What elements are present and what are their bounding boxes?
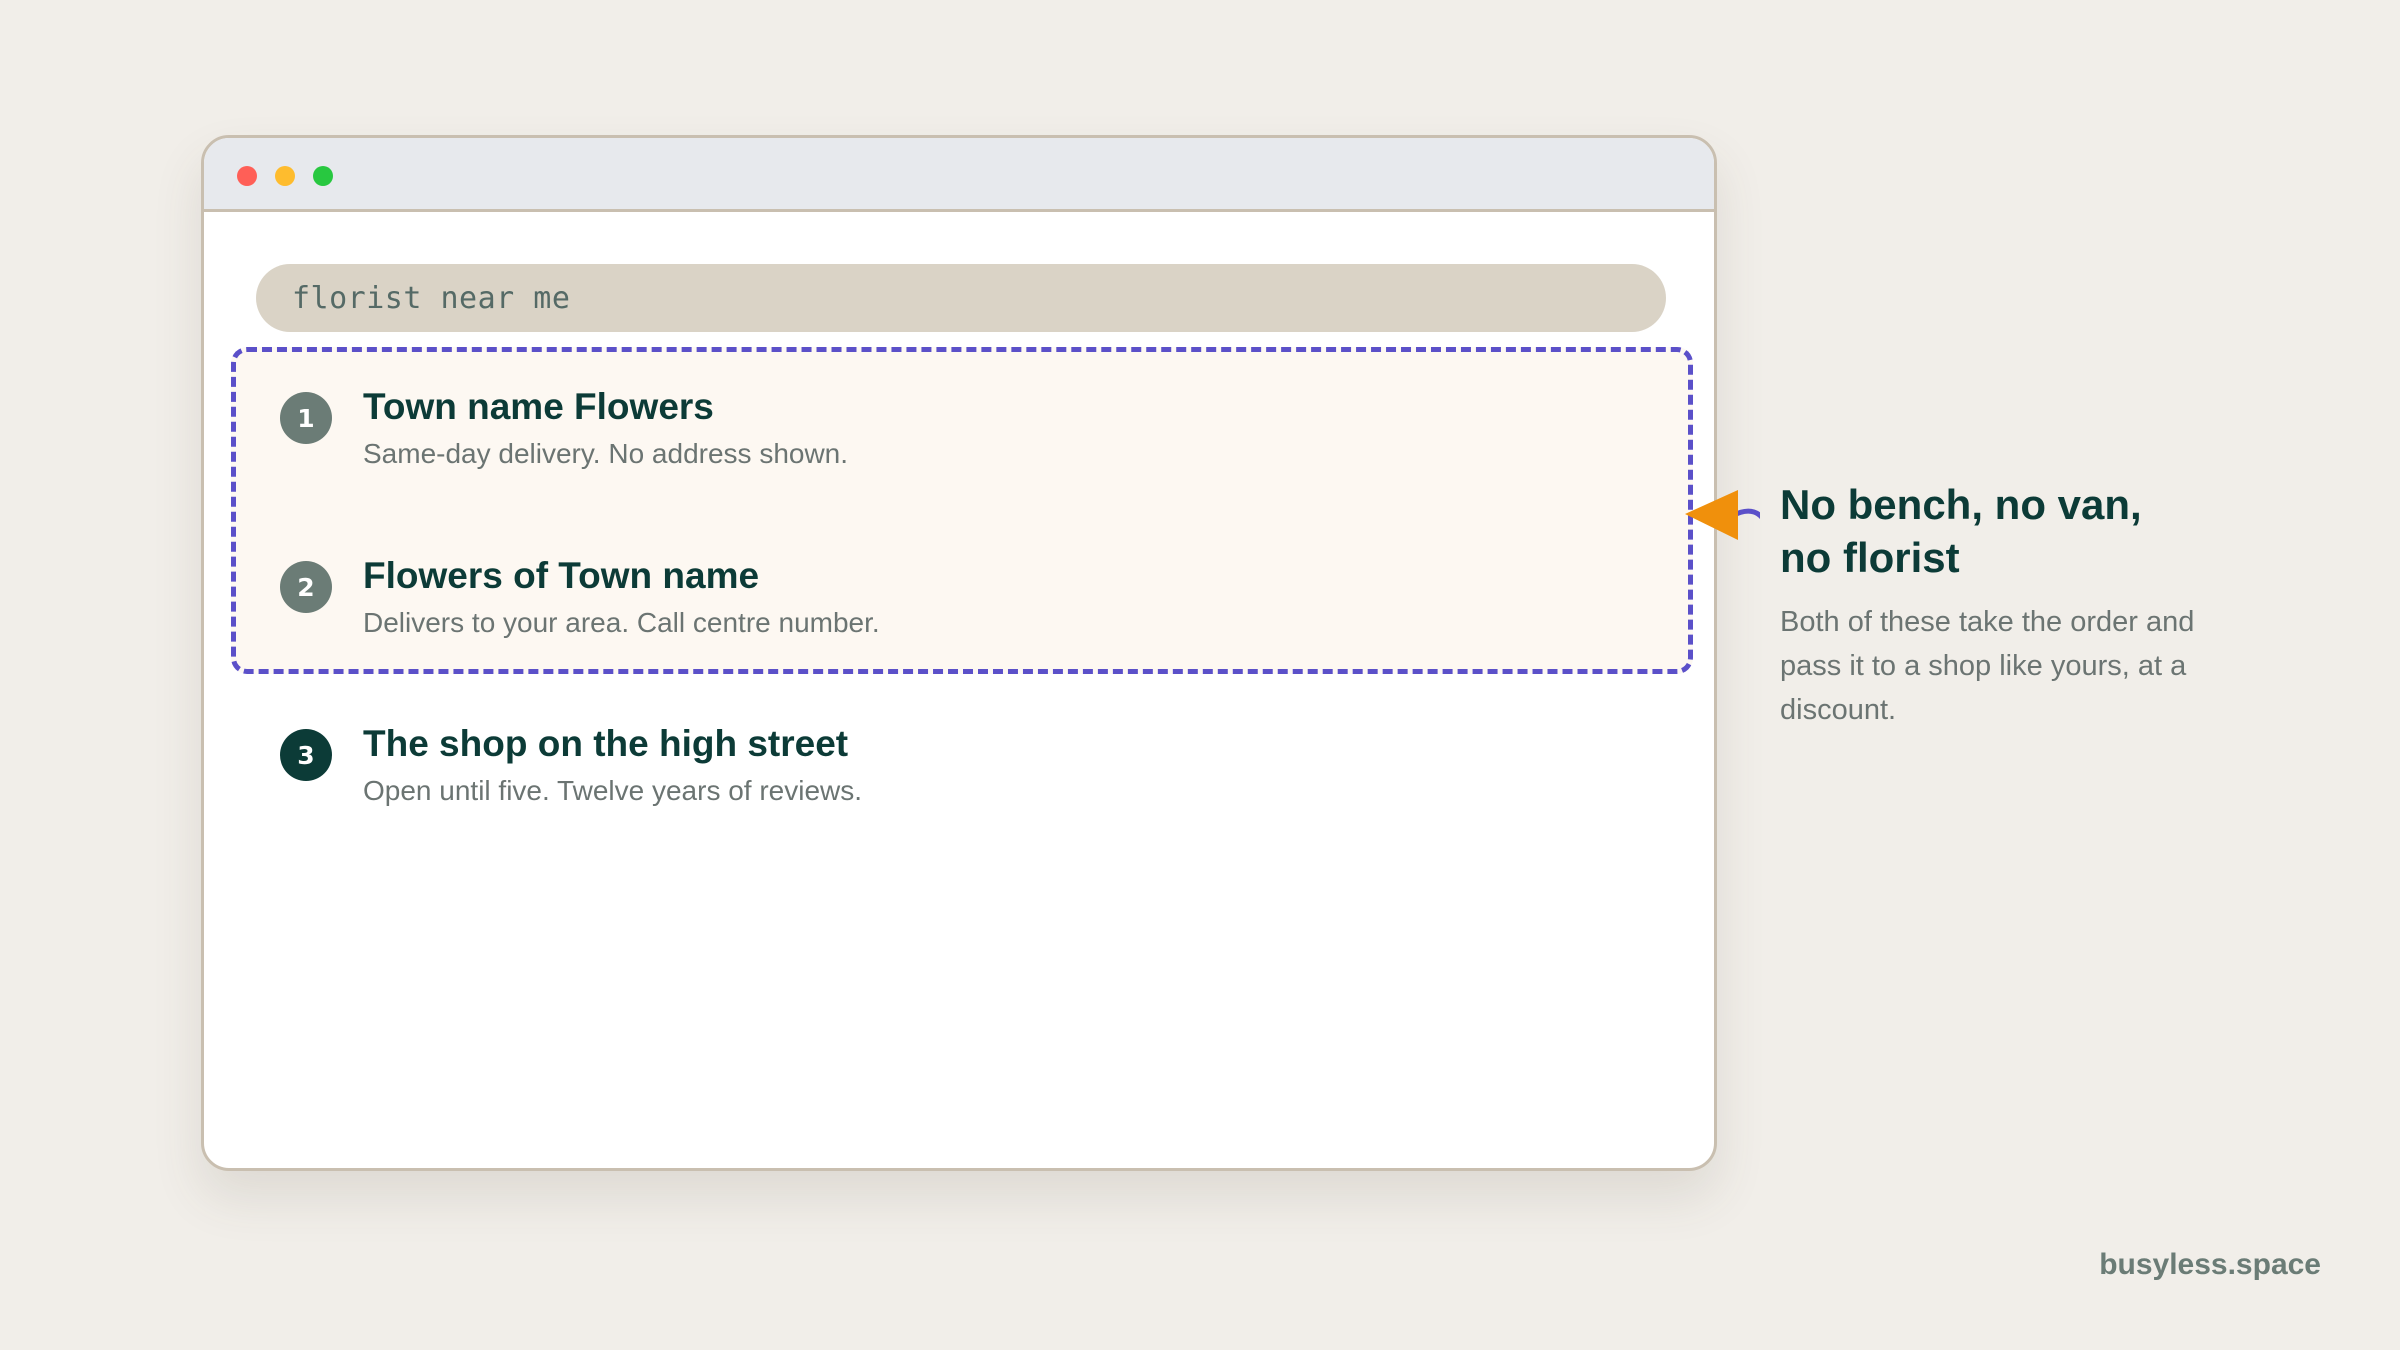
browser-window: florist near me 1 Town name Flowers Same… xyxy=(201,135,1717,1171)
annotation-arrow-icon xyxy=(1685,490,1760,540)
site-watermark: busyless.space xyxy=(2099,1248,2321,1281)
search-query[interactable]: florist near me xyxy=(292,281,570,316)
maximize-window-button[interactable] xyxy=(313,166,333,186)
close-window-button[interactable] xyxy=(237,166,257,186)
result-title[interactable]: Town name Flowers xyxy=(363,386,714,428)
result-description: Same-day delivery. No address shown. xyxy=(363,438,849,469)
result-rank-badge: 1 xyxy=(280,392,332,444)
result-rank-badge: 3 xyxy=(280,729,332,781)
result-rank-badge: 2 xyxy=(280,561,332,613)
title-bar xyxy=(204,138,1714,212)
result-title[interactable]: The shop on the high street xyxy=(363,723,848,765)
result-description: Open until five. Twelve years of reviews… xyxy=(363,775,863,806)
minimize-window-button[interactable] xyxy=(275,166,295,186)
result-title[interactable]: Flowers of Town name xyxy=(363,555,759,597)
search-bar[interactable]: florist near me xyxy=(256,264,1666,332)
annotation-body: Both of these take the order and pass it… xyxy=(1780,606,2195,726)
result-description: Delivers to your area. Call centre numbe… xyxy=(363,607,880,638)
annotation-heading: No bench, no van, no florist xyxy=(1780,481,2142,581)
